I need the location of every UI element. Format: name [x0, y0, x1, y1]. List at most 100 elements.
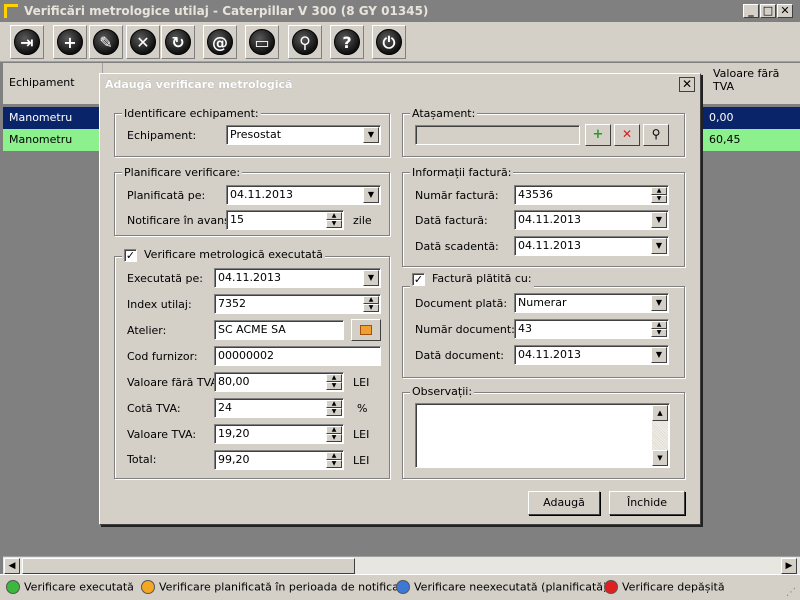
- scroll-left-arrow-icon[interactable]: ◀: [4, 558, 20, 574]
- notes-textarea[interactable]: ▲ ▼: [415, 403, 670, 468]
- orange-dot-icon: [141, 580, 155, 594]
- notify-days-stepper[interactable]: 15 ▲ ▼: [226, 210, 344, 230]
- equipment-value: Presostat: [230, 128, 282, 141]
- window-close-button[interactable]: ✕: [777, 4, 793, 18]
- spin-buttons[interactable]: ▲ ▼: [326, 212, 342, 228]
- col-equipment-header[interactable]: Echipament: [3, 63, 103, 105]
- spin-down-icon[interactable]: ▼: [651, 329, 667, 337]
- supplier-field[interactable]: 00000002: [214, 346, 381, 366]
- power-icon: ⏻: [376, 29, 402, 55]
- search-button[interactable]: ⚲: [288, 25, 322, 59]
- spin-down-icon[interactable]: ▼: [363, 304, 379, 312]
- exit-button[interactable]: ⇥: [10, 25, 44, 59]
- attach-add-button[interactable]: +: [585, 124, 611, 146]
- minimize-button[interactable]: _: [743, 4, 759, 18]
- total-stepper[interactable]: 99,20 ▲ ▼: [214, 450, 344, 470]
- horizontal-scrollbar[interactable]: ◀ ▶: [3, 556, 800, 574]
- scroll-right-arrow-icon[interactable]: ▶: [781, 558, 797, 574]
- due-date-label: Dată scadentă:: [415, 240, 499, 253]
- spin-up-icon[interactable]: ▲: [651, 187, 667, 195]
- scroll-thumb[interactable]: [22, 558, 355, 574]
- index-stepper[interactable]: 7352 ▲ ▼: [214, 294, 381, 314]
- spin-down-icon[interactable]: ▼: [326, 220, 342, 228]
- vat-rate-stepper[interactable]: 24 ▲ ▼: [214, 398, 344, 418]
- delete-button[interactable]: ✕: [126, 25, 160, 59]
- spin-up-icon[interactable]: ▲: [326, 374, 342, 382]
- spin-up-icon[interactable]: ▲: [651, 321, 667, 329]
- add-button[interactable]: +: [53, 25, 87, 59]
- spin-up-icon[interactable]: ▲: [326, 212, 342, 220]
- invoice-number-label: Număr factură:: [415, 189, 499, 202]
- power-button[interactable]: ⏻: [372, 25, 406, 59]
- scroll-up-arrow-icon[interactable]: ▲: [652, 405, 668, 421]
- maximize-button[interactable]: □: [760, 4, 776, 18]
- close-button[interactable]: Închide: [609, 491, 685, 515]
- executed-date-label: Executată pe:: [127, 272, 203, 285]
- spin-buttons[interactable]: ▲ ▼: [326, 400, 342, 416]
- spin-buttons[interactable]: ▲ ▼: [326, 374, 342, 390]
- chevron-down-icon[interactable]: ▼: [651, 347, 667, 363]
- spin-down-icon[interactable]: ▼: [326, 408, 342, 416]
- vat-rate-unit: %: [357, 402, 368, 415]
- paid-checkbox[interactable]: ✓: [412, 273, 425, 286]
- executed-checkbox[interactable]: ✓: [124, 249, 137, 262]
- vat-value: 19,20: [218, 427, 250, 440]
- equipment-label: Echipament:: [127, 129, 197, 142]
- resize-grip-icon[interactable]: ⋰: [786, 587, 796, 598]
- net-value-stepper[interactable]: 80,00 ▲ ▼: [214, 372, 344, 392]
- exit-icon: ⇥: [14, 29, 40, 55]
- doc-date-picker[interactable]: 04.11.2013 ▼: [514, 345, 669, 365]
- spin-up-icon[interactable]: ▲: [326, 452, 342, 460]
- help-icon: ?: [334, 29, 360, 55]
- spin-buttons[interactable]: ▲ ▼: [651, 321, 667, 337]
- spin-down-icon[interactable]: ▼: [326, 460, 342, 468]
- database-add-icon: +: [592, 127, 604, 142]
- notify-label: Notificare în avans:: [127, 214, 234, 227]
- chevron-down-icon[interactable]: ▼: [363, 187, 379, 203]
- spin-buttons[interactable]: ▲ ▼: [363, 296, 379, 312]
- executed-date-picker[interactable]: 04.11.2013 ▼: [214, 268, 381, 288]
- col-value-header[interactable]: Valoare fără TVA: [707, 63, 800, 105]
- doc-number-stepper[interactable]: 43 ▲ ▼: [514, 319, 669, 339]
- edit-button[interactable]: ✎: [89, 25, 123, 59]
- chevron-down-icon[interactable]: ▼: [363, 270, 379, 286]
- invoice-number-value: 43536: [518, 188, 553, 201]
- chevron-down-icon[interactable]: ▼: [651, 212, 667, 228]
- chevron-down-icon[interactable]: ▼: [363, 127, 379, 143]
- dialog-close-button[interactable]: ✕: [679, 77, 695, 92]
- spin-up-icon[interactable]: ▲: [326, 400, 342, 408]
- spin-down-icon[interactable]: ▼: [326, 434, 342, 442]
- invoice-date-picker[interactable]: 04.11.2013 ▼: [514, 210, 669, 230]
- spin-buttons[interactable]: ▲ ▼: [326, 452, 342, 468]
- help-button[interactable]: ?: [330, 25, 364, 59]
- delete-icon: ✕: [130, 29, 156, 55]
- scroll-down-arrow-icon[interactable]: ▼: [652, 450, 668, 466]
- print-button[interactable]: ▭: [245, 25, 279, 59]
- attach-view-button[interactable]: ⚲: [643, 124, 669, 146]
- window-title: Verificări metrologice utilaj - Caterpil…: [24, 4, 429, 18]
- chevron-down-icon[interactable]: ▼: [651, 238, 667, 254]
- workshop-field[interactable]: SC ACME SA: [214, 320, 344, 340]
- spin-down-icon[interactable]: ▼: [651, 195, 667, 203]
- attachment-field[interactable]: [415, 125, 580, 145]
- chevron-down-icon[interactable]: ▼: [651, 295, 667, 311]
- spin-up-icon[interactable]: ▲: [326, 426, 342, 434]
- workshop-lookup-button[interactable]: [351, 319, 381, 341]
- equipment-select[interactable]: Presostat ▼: [226, 125, 381, 145]
- vat-value-stepper[interactable]: 19,20 ▲ ▼: [214, 424, 344, 444]
- due-date-picker[interactable]: 04.11.2013 ▼: [514, 236, 669, 256]
- legend-label: Verificare planificată în perioada de no…: [159, 580, 410, 594]
- invoice-number-stepper[interactable]: 43536 ▲ ▼: [514, 185, 669, 205]
- notes-scrollbar[interactable]: ▲ ▼: [652, 405, 668, 466]
- payment-doc-select[interactable]: Numerar ▼: [514, 293, 669, 313]
- attach-remove-button[interactable]: ✕: [614, 124, 640, 146]
- spin-up-icon[interactable]: ▲: [363, 296, 379, 304]
- refresh-button[interactable]: ↻: [161, 25, 195, 59]
- spin-down-icon[interactable]: ▼: [326, 382, 342, 390]
- app-icon: [4, 4, 18, 18]
- add-button[interactable]: Adaugă: [528, 491, 600, 515]
- email-button[interactable]: @: [203, 25, 237, 59]
- spin-buttons[interactable]: ▲ ▼: [326, 426, 342, 442]
- planned-date-picker[interactable]: 04.11.2013 ▼: [226, 185, 381, 205]
- spin-buttons[interactable]: ▲ ▼: [651, 187, 667, 203]
